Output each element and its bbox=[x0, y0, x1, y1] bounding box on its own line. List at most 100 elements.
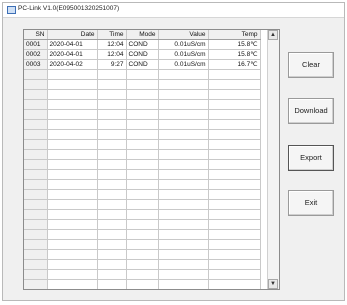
empty-cell bbox=[47, 249, 98, 261]
empty-cell bbox=[158, 79, 209, 91]
empty-cell bbox=[97, 259, 127, 271]
empty-table-row[interactable] bbox=[24, 179, 261, 191]
cell-temp: 15.8℃ bbox=[208, 49, 261, 61]
empty-table-row[interactable] bbox=[24, 109, 261, 121]
exit-button[interactable]: Exit bbox=[288, 190, 334, 216]
empty-table-row[interactable] bbox=[24, 169, 261, 181]
empty-cell bbox=[47, 279, 98, 289]
column-header-value[interactable]: Value bbox=[158, 30, 209, 41]
empty-cell bbox=[97, 189, 127, 201]
title-bar: PC-Link V1.0(E095001320251007) bbox=[3, 3, 344, 18]
data-table[interactable]: SN Date Time Mode Value Temp 0001 2020-0… bbox=[23, 29, 280, 290]
cell-time: 9:27 bbox=[97, 59, 127, 71]
empty-table-row[interactable] bbox=[24, 219, 261, 231]
empty-cell bbox=[208, 89, 261, 101]
table-row[interactable]: 0001 2020-04-01 12:04 COND 0.01uS/cm 15.… bbox=[24, 39, 261, 51]
clear-button[interactable]: Clear bbox=[288, 52, 334, 78]
empty-cell bbox=[47, 219, 98, 231]
empty-cell bbox=[24, 209, 48, 221]
empty-cell bbox=[126, 229, 159, 241]
empty-cell bbox=[208, 259, 261, 271]
empty-table-row[interactable] bbox=[24, 249, 261, 261]
empty-cell bbox=[126, 169, 159, 181]
empty-cell bbox=[47, 79, 98, 91]
cell-time: 12:04 bbox=[97, 39, 127, 51]
empty-cell bbox=[208, 139, 261, 151]
empty-cell bbox=[97, 269, 127, 281]
download-button[interactable]: Download bbox=[288, 98, 334, 124]
empty-cell bbox=[97, 149, 127, 161]
empty-table-row[interactable] bbox=[24, 139, 261, 151]
empty-cell bbox=[47, 99, 98, 111]
empty-table-row[interactable] bbox=[24, 229, 261, 241]
empty-cell bbox=[158, 89, 209, 101]
empty-cell bbox=[126, 219, 159, 231]
empty-cell bbox=[208, 119, 261, 131]
empty-cell bbox=[24, 169, 48, 181]
empty-cell bbox=[24, 129, 48, 141]
empty-cell bbox=[47, 69, 98, 81]
empty-table-row[interactable] bbox=[24, 149, 261, 161]
empty-table-row[interactable] bbox=[24, 99, 261, 111]
vertical-scrollbar[interactable]: ▲ ▼ bbox=[267, 30, 279, 289]
empty-table-row[interactable] bbox=[24, 89, 261, 101]
empty-cell bbox=[158, 279, 209, 289]
empty-cell bbox=[126, 279, 159, 289]
empty-cell bbox=[97, 199, 127, 211]
empty-cell bbox=[158, 139, 209, 151]
empty-cell bbox=[208, 199, 261, 211]
empty-table-row[interactable] bbox=[24, 259, 261, 271]
empty-cell bbox=[97, 99, 127, 111]
empty-cell bbox=[126, 179, 159, 191]
empty-table-row[interactable] bbox=[24, 69, 261, 81]
empty-table-row[interactable] bbox=[24, 279, 261, 289]
scroll-down-icon[interactable]: ▼ bbox=[268, 279, 278, 289]
export-button[interactable]: Export bbox=[288, 145, 334, 171]
empty-cell bbox=[208, 189, 261, 201]
empty-cell bbox=[97, 129, 127, 141]
empty-cell bbox=[97, 119, 127, 131]
table-row[interactable]: 0003 2020-04-02 9:27 COND 0.01uS/cm 16.7… bbox=[24, 59, 261, 71]
column-header-date[interactable]: Date bbox=[47, 30, 98, 41]
empty-cell bbox=[158, 179, 209, 191]
empty-table-row[interactable] bbox=[24, 209, 261, 221]
empty-table-row[interactable] bbox=[24, 189, 261, 201]
empty-cell bbox=[24, 109, 48, 121]
cell-temp: 16.7℃ bbox=[208, 59, 261, 71]
empty-cell bbox=[126, 69, 159, 81]
empty-cell bbox=[126, 119, 159, 131]
empty-cell bbox=[208, 279, 261, 289]
empty-table-row[interactable] bbox=[24, 129, 261, 141]
table-row[interactable]: 0002 2020-04-01 12:04 COND 0.01uS/cm 15.… bbox=[24, 49, 261, 61]
cell-temp: 15.8℃ bbox=[208, 39, 261, 51]
empty-cell bbox=[126, 239, 159, 251]
cell-value: 0.01uS/cm bbox=[158, 49, 209, 61]
data-grid: SN Date Time Mode Value Temp 0001 2020-0… bbox=[24, 30, 261, 289]
empty-cell bbox=[208, 179, 261, 191]
column-header-time[interactable]: Time bbox=[97, 30, 127, 41]
empty-cell bbox=[158, 239, 209, 251]
empty-cell bbox=[24, 219, 48, 231]
empty-table-row[interactable] bbox=[24, 239, 261, 251]
scroll-up-icon[interactable]: ▲ bbox=[268, 30, 278, 40]
empty-cell bbox=[97, 169, 127, 181]
empty-cell bbox=[24, 259, 48, 271]
window-title: PC-Link V1.0(E095001320251007) bbox=[18, 5, 120, 12]
cell-mode: COND bbox=[126, 39, 159, 51]
cell-value: 0.01uS/cm bbox=[158, 59, 209, 71]
column-header-mode[interactable]: Mode bbox=[126, 30, 159, 41]
empty-cell bbox=[97, 179, 127, 191]
empty-table-row[interactable] bbox=[24, 79, 261, 91]
column-header-sn[interactable]: SN bbox=[24, 30, 48, 41]
empty-table-row[interactable] bbox=[24, 269, 261, 281]
empty-cell bbox=[158, 209, 209, 221]
empty-cell bbox=[126, 189, 159, 201]
column-header-temp[interactable]: Temp bbox=[208, 30, 261, 41]
empty-table-row[interactable] bbox=[24, 119, 261, 131]
empty-cell bbox=[97, 159, 127, 171]
empty-cell bbox=[208, 149, 261, 161]
empty-cell bbox=[24, 179, 48, 191]
empty-table-row[interactable] bbox=[24, 159, 261, 171]
empty-cell bbox=[24, 159, 48, 171]
empty-table-row[interactable] bbox=[24, 199, 261, 211]
